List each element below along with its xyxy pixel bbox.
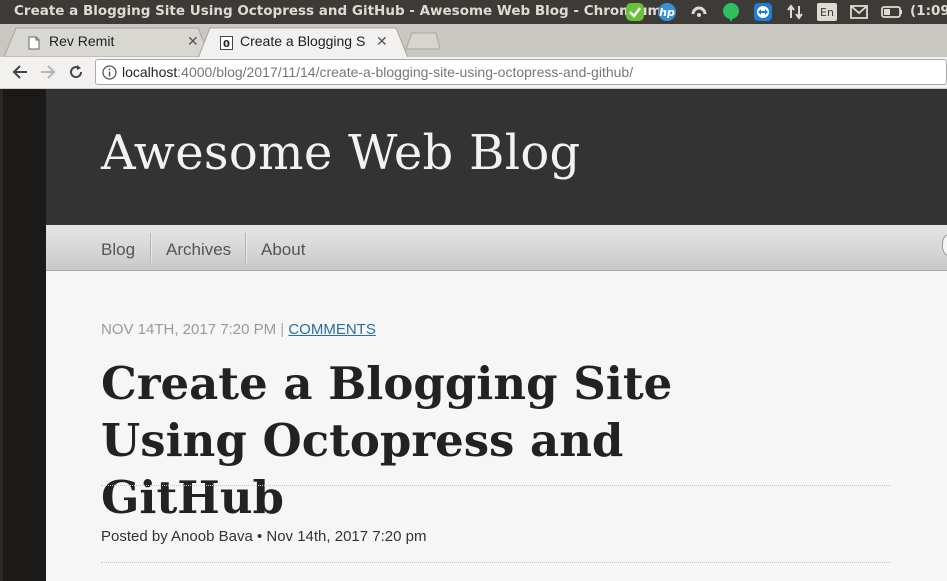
post-content: NOV 14TH, 2017 7:20 PM | COMMENTS Create… bbox=[46, 271, 947, 581]
page-viewport: Awesome Web Blog Blog Archives About NOV… bbox=[0, 89, 947, 581]
address-bar[interactable]: localhost:4000/blog/2017/11/14/create-a-… bbox=[95, 59, 947, 85]
close-tab-icon[interactable]: ✕ bbox=[187, 34, 199, 50]
back-button[interactable] bbox=[9, 61, 31, 83]
url-text[interactable]: localhost:4000/blog/2017/11/14/create-a-… bbox=[122, 64, 633, 80]
blog-title[interactable]: Awesome Web Blog bbox=[101, 125, 581, 181]
svg-text:0: 0 bbox=[223, 39, 230, 50]
teamviewer-icon[interactable] bbox=[752, 1, 774, 23]
forward-button[interactable] bbox=[37, 61, 59, 83]
nav-archives[interactable]: Archives bbox=[166, 240, 231, 260]
sync-icon[interactable] bbox=[688, 1, 710, 23]
post-byline: Posted by Anoob Bava • Nov 14th, 2017 7:… bbox=[101, 528, 427, 545]
page-icon bbox=[28, 35, 40, 50]
clock[interactable]: (1:09, bbox=[910, 3, 947, 19]
reload-button[interactable] bbox=[65, 61, 87, 83]
keyboard-layout-icon[interactable]: En bbox=[816, 1, 838, 23]
browser-toolbar: localhost:4000/blog/2017/11/14/create-a-… bbox=[0, 57, 947, 89]
close-tab-icon[interactable]: ✕ bbox=[376, 34, 388, 50]
evernote-icon[interactable] bbox=[720, 1, 742, 23]
window-title: Create a Blogging Site Using Octopress a… bbox=[14, 3, 662, 19]
tab-label: Create a Blogging S bbox=[240, 33, 366, 49]
site-info-icon[interactable] bbox=[102, 65, 117, 84]
blog-header: Awesome Web Blog bbox=[46, 89, 947, 225]
meta-separator: | bbox=[280, 321, 285, 338]
tab-rev-remit[interactable]: Rev Remit ✕ bbox=[4, 27, 210, 57]
mail-icon[interactable] bbox=[848, 1, 870, 23]
tab-create-blogging-site[interactable]: 0 Create a Blogging S ✕ bbox=[198, 27, 408, 58]
url-path: :4000/blog/2017/11/14/create-a-blogging-… bbox=[177, 64, 634, 80]
system-top-bar: Create a Blogging Site Using Octopress a… bbox=[0, 0, 947, 24]
network-icon[interactable] bbox=[784, 1, 806, 23]
search-input[interactable] bbox=[942, 233, 947, 257]
url-host: localhost bbox=[122, 64, 178, 80]
octopress-favicon: 0 bbox=[220, 35, 233, 50]
system-tray: hp En bbox=[624, 0, 912, 24]
tab-label: Rev Remit bbox=[49, 33, 115, 49]
battery-icon[interactable] bbox=[880, 1, 902, 23]
new-tab-button[interactable] bbox=[404, 31, 441, 55]
browser-tab-strip: Rev Remit ✕ 0 Create a Blogging S ✕ bbox=[0, 24, 947, 58]
nav-blog[interactable]: Blog bbox=[101, 240, 135, 260]
blog-navigation: Blog Archives About bbox=[46, 225, 947, 271]
post-date: NOV 14TH, 2017 7:20 PM bbox=[101, 321, 277, 338]
nav-divider bbox=[150, 233, 152, 263]
svg-text:hp: hp bbox=[659, 6, 675, 19]
checkmark-app-icon[interactable] bbox=[624, 1, 646, 23]
hp-icon[interactable]: hp bbox=[656, 1, 678, 23]
keyboard-layout-label: En bbox=[820, 6, 834, 19]
post-meta: NOV 14TH, 2017 7:20 PM | COMMENTS bbox=[101, 321, 376, 338]
nav-divider bbox=[245, 233, 247, 263]
post-divider bbox=[101, 485, 891, 486]
post-divider bbox=[101, 562, 891, 563]
page-left-background bbox=[0, 89, 46, 581]
comments-link[interactable]: COMMENTS bbox=[288, 321, 376, 338]
nav-about[interactable]: About bbox=[261, 240, 305, 260]
post-title: Create a Blogging Site Using Octopress a… bbox=[101, 357, 673, 524]
